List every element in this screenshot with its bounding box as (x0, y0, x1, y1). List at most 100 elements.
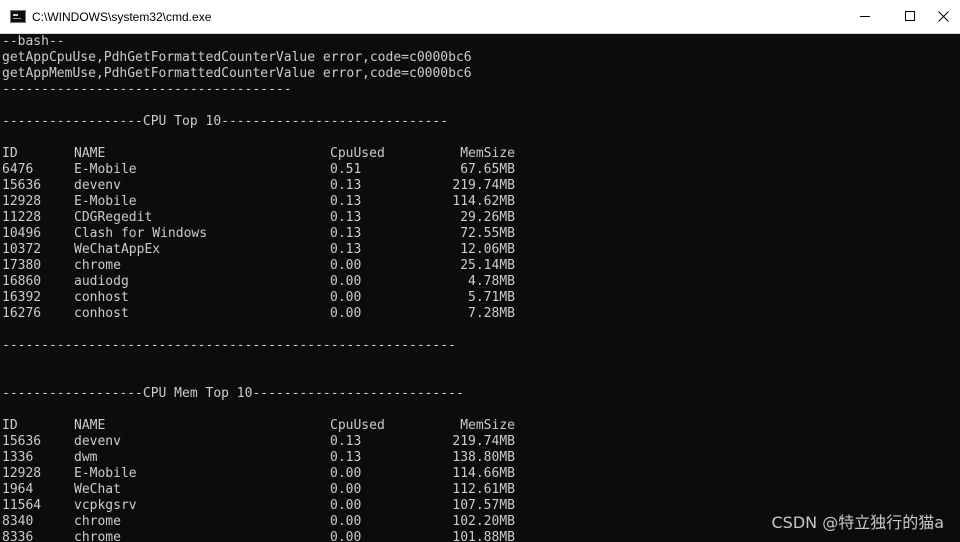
console-line: getAppCpuUse,PdhGetFormattedCounterValue… (2, 50, 472, 65)
cell-cpu-used: 0.51 (330, 162, 362, 177)
section-title: ------------------CPU Mem Top 10--------… (2, 386, 464, 401)
cell-mem-size: 25.14MB (460, 258, 515, 273)
maximize-icon[interactable] (888, 0, 934, 34)
cell-cpu-used: 0.13 (330, 178, 362, 193)
cell-cpu-used: 0.13 (330, 226, 362, 241)
table-row: 10496 Clash for Windows 0.13 72.55MB (2, 226, 960, 242)
cell-mem-size: 5.71MB (468, 290, 515, 305)
cell-id: 8340 (2, 514, 34, 529)
section-divider: ----------------------------------------… (2, 338, 456, 353)
cmd-icon[interactable] (10, 10, 26, 23)
column-header-mem-size: MemSize (460, 418, 515, 433)
cell-id: 8336 (2, 530, 34, 542)
cell-name: CDGRegedit (74, 210, 153, 225)
cell-name: chrome (74, 258, 121, 273)
column-header-id: ID (2, 146, 18, 161)
cell-name: vcpkgsrv (74, 498, 137, 513)
cell-mem-size: 114.62MB (452, 194, 515, 209)
cell-mem-size: 101.88MB (452, 530, 515, 542)
table-row: 6476 E-Mobile 0.51 67.65MB (2, 162, 960, 178)
cell-name: E-Mobile (74, 162, 137, 177)
cell-mem-size: 114.66MB (452, 466, 515, 481)
cell-name: E-Mobile (74, 466, 137, 481)
cell-cpu-used: 0.00 (330, 258, 362, 273)
console-line: --bash-- (2, 34, 65, 49)
window-title: C:\WINDOWS\system32\cmd.exe (32, 10, 212, 24)
table-row: 15636 devenv 0.13 219.74MB (2, 178, 960, 194)
cell-id: 12928 (2, 194, 42, 209)
cell-name: devenv (74, 434, 121, 449)
cell-mem-size: 4.78MB (468, 274, 515, 289)
cell-id: 1964 (2, 482, 34, 497)
cell-mem-size: 67.65MB (460, 162, 515, 177)
console-output[interactable]: --bash-- getAppCpuUse,PdhGetFormattedCoun… (2, 34, 960, 542)
minimize-icon[interactable] (842, 0, 888, 34)
table-row: 16392 conhost 0.00 5.71MB (2, 290, 960, 306)
cell-id: 16860 (2, 274, 42, 289)
cell-cpu-used: 0.00 (330, 530, 362, 542)
table-row: 15636 devenv 0.13 219.74MB (2, 434, 960, 450)
cell-name: chrome (74, 514, 121, 529)
cell-mem-size: 112.61MB (452, 482, 515, 497)
cell-name: chrome (74, 530, 121, 542)
close-icon[interactable] (934, 0, 960, 34)
cell-id: 6476 (2, 162, 34, 177)
cell-mem-size: 219.74MB (452, 178, 515, 193)
table-header-row: ID NAME CpuUsed MemSize (2, 418, 960, 434)
cell-id: 17380 (2, 258, 42, 273)
column-header-id: ID (2, 418, 18, 433)
title-bar[interactable]: C:\WINDOWS\system32\cmd.exe (0, 0, 960, 34)
table-row: 11228 CDGRegedit 0.13 29.26MB (2, 210, 960, 226)
cell-cpu-used: 0.00 (330, 482, 362, 497)
cell-name: audiodg (74, 274, 129, 289)
cell-id: 12928 (2, 466, 42, 481)
console-line: getAppMemUse,PdhGetFormattedCounterValue… (2, 66, 472, 81)
cmd-window: C:\WINDOWS\system32\cmd.exe --bash-- getA… (0, 0, 960, 542)
cell-id: 16276 (2, 306, 42, 321)
table-row: 12928 E-Mobile 0.00 114.66MB (2, 466, 960, 482)
table-row: 16276 conhost 0.00 7.28MB (2, 306, 960, 322)
cell-id: 10372 (2, 242, 42, 257)
cell-name: devenv (74, 178, 121, 193)
cell-mem-size: 102.20MB (452, 514, 515, 529)
cell-mem-size: 12.06MB (460, 242, 515, 257)
cell-name: WeChatAppEx (74, 242, 161, 257)
table-row: 10372 WeChatAppEx 0.13 12.06MB (2, 242, 960, 258)
cell-id: 11228 (2, 210, 42, 225)
table-row: 17380 chrome 0.00 25.14MB (2, 258, 960, 274)
table-row: 16860 audiodg 0.00 4.78MB (2, 274, 960, 290)
section-title: ------------------CPU Top 10------------… (2, 114, 449, 129)
cell-cpu-used: 0.00 (330, 274, 362, 289)
cell-id: 16392 (2, 290, 42, 305)
table-header-row: ID NAME CpuUsed MemSize (2, 146, 960, 162)
console-line: ------------------------------------- (2, 82, 292, 97)
cell-id: 11564 (2, 498, 42, 513)
cell-cpu-used: 0.00 (330, 306, 362, 321)
table-row: 12928 E-Mobile 0.13 114.62MB (2, 194, 960, 210)
column-header-name: NAME (74, 146, 106, 161)
watermark: CSDN @特立独行的猫a (771, 513, 944, 532)
cell-mem-size: 29.26MB (460, 210, 515, 225)
cell-name: WeChat (74, 482, 121, 497)
cell-cpu-used: 0.00 (330, 514, 362, 529)
column-header-mem-size: MemSize (460, 146, 515, 161)
cell-mem-size: 219.74MB (452, 434, 515, 449)
cell-cpu-used: 0.13 (330, 434, 362, 449)
cell-cpu-used: 0.00 (330, 498, 362, 513)
cell-name: E-Mobile (74, 194, 137, 209)
cell-cpu-used: 0.13 (330, 450, 362, 465)
cell-mem-size: 72.55MB (460, 226, 515, 241)
cell-id: 15636 (2, 178, 42, 193)
column-header-name: NAME (74, 418, 106, 433)
cell-name: dwm (74, 450, 98, 465)
cell-id: 1336 (2, 450, 34, 465)
cell-cpu-used: 0.00 (330, 466, 362, 481)
cell-cpu-used: 0.00 (330, 290, 362, 305)
cell-mem-size: 7.28MB (468, 306, 515, 321)
cell-id: 15636 (2, 434, 42, 449)
